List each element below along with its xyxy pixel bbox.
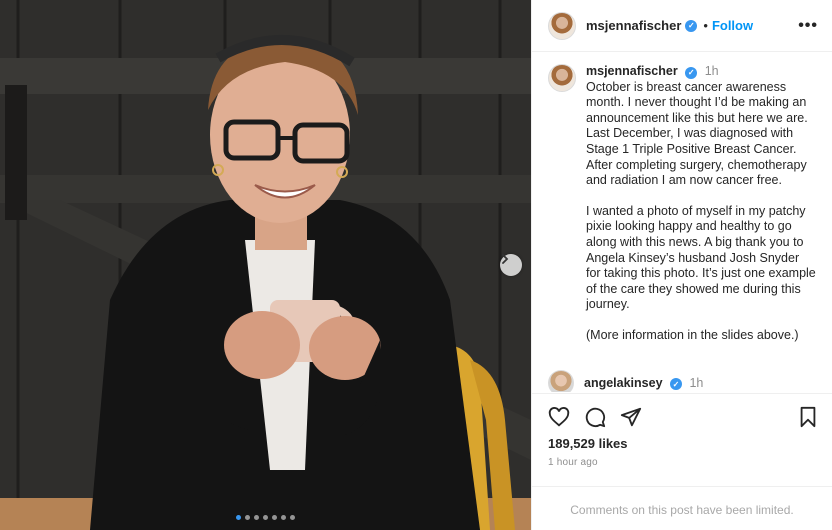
caption-time[interactable]: 1h <box>705 64 719 78</box>
caption-username[interactable]: msjennafischer <box>586 64 678 78</box>
like-button[interactable] <box>548 406 570 428</box>
author-username[interactable]: msjennafischer <box>586 18 681 33</box>
comments-limited-notice: Comments on this post have been limited. <box>532 486 832 517</box>
comment-username[interactable]: angelakinsey <box>584 376 663 390</box>
avatar[interactable] <box>548 370 574 392</box>
carousel-dot[interactable] <box>236 515 241 520</box>
avatar[interactable] <box>548 11 576 40</box>
carousel-indicator <box>0 515 531 520</box>
caption-text: October is breast cancer awareness month… <box>586 79 808 188</box>
save-button[interactable] <box>798 406 818 428</box>
comment-body: angelakinsey ✓ 1h <box>584 376 703 391</box>
carousel-next-button[interactable] <box>500 254 522 276</box>
post-actions: 189,529 likes 1 hour ago <box>532 393 832 468</box>
comment-time[interactable]: 1h <box>689 376 703 390</box>
chevron-right-icon <box>502 254 509 264</box>
post-header: msjennafischer ✓ • Follow ••• <box>532 0 832 52</box>
bookmark-icon <box>800 406 816 428</box>
avatar[interactable] <box>548 64 576 92</box>
caption-paragraph: msjennafischer ✓ 1h October is breast ca… <box>586 64 816 189</box>
verified-badge-icon: ✓ <box>685 66 698 79</box>
post-photo <box>0 0 531 530</box>
caption-body: msjennafischer ✓ 1h October is breast ca… <box>586 64 816 344</box>
like-count[interactable]: 189,529 likes <box>548 436 818 451</box>
comment-button[interactable] <box>584 406 606 428</box>
caption: msjennafischer ✓ 1h October is breast ca… <box>548 64 816 344</box>
share-button[interactable] <box>620 406 642 428</box>
caption-paragraph: I wanted a photo of myself in my patchy … <box>586 203 816 312</box>
more-options-icon[interactable]: ••• <box>798 17 818 35</box>
post-sidebar: msjennafischer ✓ • Follow ••• msjennafis… <box>531 0 832 530</box>
action-icons <box>548 402 818 432</box>
verified-badge-icon: ✓ <box>685 19 698 32</box>
share-icon <box>620 407 642 427</box>
photo-illustration <box>0 0 531 530</box>
carousel-dot[interactable] <box>290 515 295 520</box>
heart-icon <box>548 407 570 427</box>
carousel-dot[interactable] <box>254 515 259 520</box>
carousel-dot[interactable] <box>272 515 277 520</box>
follow-button[interactable]: Follow <box>712 18 753 33</box>
carousel-dot[interactable] <box>281 515 286 520</box>
verified-badge-icon: ✓ <box>670 378 682 391</box>
separator: • <box>703 18 708 33</box>
carousel-dot[interactable] <box>245 515 250 520</box>
caption-paragraph: (More information in the slides above.) <box>586 327 799 342</box>
post-timestamp[interactable]: 1 hour ago <box>548 457 818 468</box>
carousel-dot[interactable] <box>263 515 268 520</box>
comment-icon <box>585 407 606 428</box>
comments-section: msjennafischer ✓ 1h October is breast ca… <box>532 52 832 392</box>
comment-item: angelakinsey ✓ 1h <box>548 370 703 392</box>
